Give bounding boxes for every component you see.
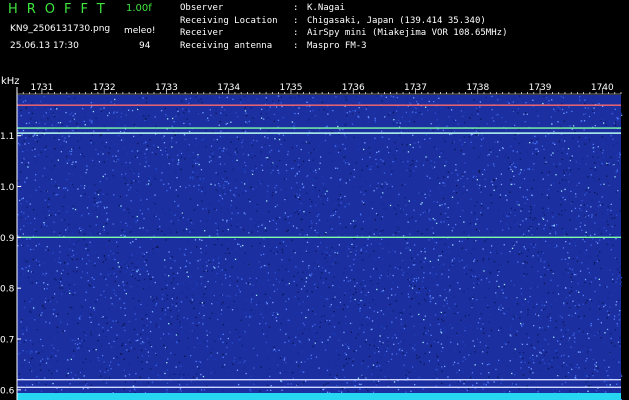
x-tick-label: 1733 <box>155 83 178 93</box>
bottom-strip <box>17 393 621 400</box>
spectrogram-background <box>17 95 621 400</box>
station-row: Receiver : AirSpy mini (Miakejima VOR 10… <box>180 27 507 40</box>
y-tick-label: 0.6 <box>0 386 15 396</box>
spectrogram-canvas: kHz 1.1 1.0 0.9 0.8 0.7 0.6 1731 1732 1733 1734 173… <box>0 76 623 400</box>
header: HROFFT 1.00f KN9_2506131730.png 25.06.13… <box>0 0 629 75</box>
station-value: AirSpy mini (Miakejima VOR 108.65MHz) <box>307 28 508 39</box>
app-title: HROFFT <box>8 2 114 17</box>
x-tick-label: 1738 <box>466 83 489 93</box>
station-key: Observer <box>180 3 224 13</box>
spectrogram: kHz 1.1 1.0 0.9 0.8 0.7 0.6 1731 1732 1733 1734 173… <box>0 75 629 400</box>
filename-label: KN9_2506131730.png <box>10 24 111 34</box>
x-tick-label: 1731 <box>30 83 53 93</box>
station-row: Observer : K.Nagai <box>180 2 507 15</box>
x-tick-label: 1737 <box>404 83 427 93</box>
station-sep: : <box>293 3 299 13</box>
y-tick-label: 0.8 <box>0 285 15 295</box>
x-tick-label: 1735 <box>280 83 303 93</box>
station-sep: : <box>293 40 299 51</box>
station-row: Receiving Location : Chigasaki, Japan (1… <box>180 15 507 28</box>
station-row: Receiving antenna : Maspro FM-3 <box>180 40 507 53</box>
x-tick-label: 1740 <box>591 83 614 93</box>
version-label: 1.00f <box>126 3 152 14</box>
y-tick-label: 0.9 <box>0 234 15 244</box>
x-tick-label: 1732 <box>93 83 116 93</box>
x-tick-label: 1736 <box>342 83 365 93</box>
station-value: K.Nagai <box>307 3 345 13</box>
station-sep: : <box>293 15 299 26</box>
y-tick-label: 1.1 <box>0 132 14 142</box>
y-axis-label: kHz <box>1 76 20 87</box>
station-value: Chigasaki, Japan (139.414 35.340) <box>307 15 486 26</box>
station-key: Receiver <box>180 28 224 39</box>
x-tick-label: 1734 <box>217 83 240 93</box>
station-value: Maspro FM-3 <box>307 40 367 51</box>
station-key: Receiving Location <box>180 15 278 26</box>
station-info: Observer : K.Nagai Receiving Location : … <box>180 2 507 52</box>
station-key: Receiving antenna <box>180 40 273 51</box>
meleo-value: 94 <box>139 41 151 51</box>
timestamp-label: 25.06.13 17:30 <box>10 41 79 51</box>
station-sep: : <box>293 28 299 39</box>
y-tick-label: 0.7 <box>0 336 14 346</box>
x-tick-label: 1739 <box>529 83 552 93</box>
y-tick-label: 1.0 <box>0 183 15 193</box>
meleo-label: meleo! <box>124 26 156 36</box>
